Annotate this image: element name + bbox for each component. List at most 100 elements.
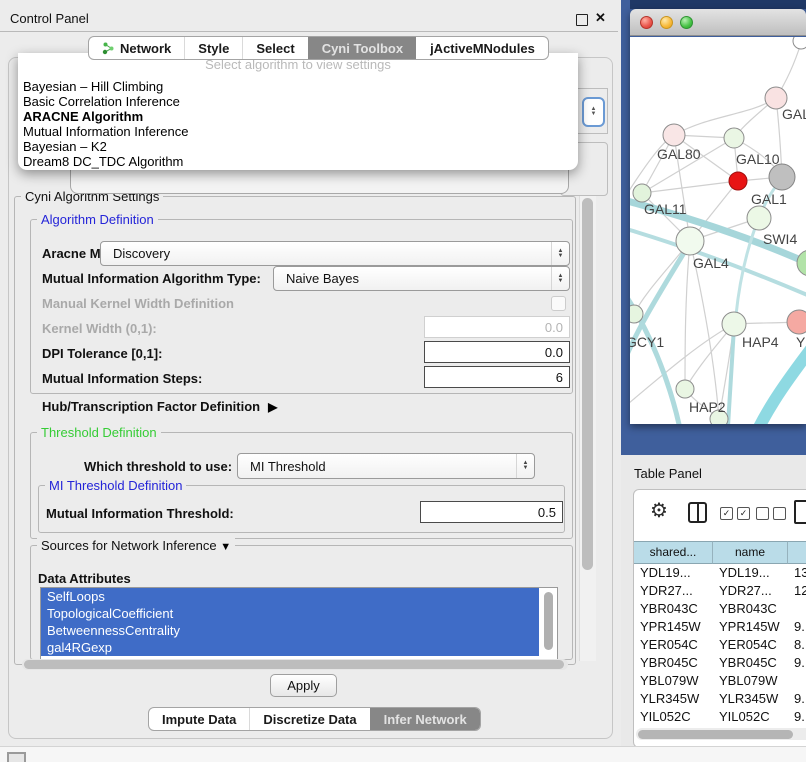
tab-label: Select	[256, 41, 294, 56]
table-row[interactable]: YPR145WYPR145W9.	[634, 618, 806, 636]
manual-kernel-width-checkbox[interactable]	[551, 296, 566, 311]
attribute-list-item[interactable]: SelfLoops	[41, 588, 539, 605]
zoom-button[interactable]	[680, 16, 693, 29]
table-row[interactable]: YBR045CYBR045C9.	[634, 654, 806, 672]
sources-legend[interactable]: Sources for Network Inference ▼	[37, 538, 235, 553]
network-node[interactable]	[793, 37, 806, 49]
table-cell: 9.	[788, 654, 806, 672]
table-cell: YLR345W	[634, 690, 713, 708]
spinner-arrows-icon: ▲▼	[516, 454, 534, 478]
apply-button[interactable]: Apply	[270, 674, 337, 697]
expand-right-icon: ▶	[268, 400, 277, 414]
tab-cyni-toolbox[interactable]: Cyni Toolbox	[308, 37, 416, 59]
table-row[interactable]: YDL19...YDL19...13	[634, 564, 806, 582]
deselect-all-icon[interactable]	[756, 507, 786, 520]
network-node[interactable]	[630, 305, 643, 323]
group-legend: Algorithm Definition	[37, 212, 158, 227]
columns-icon[interactable]	[688, 502, 707, 523]
network-node[interactable]	[663, 124, 685, 146]
table-cell: YBR045C	[634, 654, 713, 672]
algorithm-option[interactable]: ARACNE Algorithm	[18, 109, 578, 124]
bottom-tab-infer-network[interactable]: Infer Network	[370, 708, 480, 730]
algorithm-option[interactable]: Bayesian – K2	[18, 139, 578, 154]
tab-select[interactable]: Select	[242, 37, 307, 59]
app-root: Control Panel ✕ ▲▼ Network Style Select Cyn…	[0, 0, 806, 762]
tab-label: Style	[198, 41, 229, 56]
kernel-width-field[interactable]: 0.0	[424, 316, 570, 338]
mi-threshold-field[interactable]: 0.5	[420, 501, 563, 523]
network-node[interactable]	[747, 206, 771, 230]
minimized-panel-icon[interactable]	[7, 752, 26, 762]
select-all-icon[interactable]: ✓✓	[720, 507, 750, 520]
column-header[interactable]: name	[713, 541, 788, 564]
dpi-tolerance-field[interactable]: 0.0	[424, 341, 570, 363]
settings-vertical-scrollbar[interactable]	[579, 196, 596, 661]
hub-definition-toggle[interactable]: Hub/Transcription Factor Definition ▶	[42, 399, 277, 414]
network-node[interactable]	[724, 128, 744, 148]
table-row[interactable]: YBL079WYBL079W	[634, 672, 806, 690]
table-row[interactable]: YLR345WYLR345W9.	[634, 690, 806, 708]
algorithm-option[interactable]: Mutual Information Inference	[18, 124, 578, 139]
table-cell: 9.	[788, 618, 806, 636]
network-node[interactable]	[797, 250, 806, 276]
attribute-table-body: YDL19...YDL19...13YDR27...YDR27...12YBR0…	[634, 564, 806, 726]
network-view-window: GALGAL80GAL10GAL11GAL1SWI4GAL4GCY1HAP4YH…	[630, 9, 806, 424]
table-cell: YER054C	[713, 636, 788, 654]
tab-network[interactable]: Network	[89, 37, 184, 59]
table-row[interactable]: YBR043CYBR043C	[634, 600, 806, 618]
attribute-list-item[interactable]: TopologicalCoefficient	[41, 605, 539, 622]
table-horizontal-scrollbar[interactable]	[636, 728, 806, 740]
spinner-arrows-icon: ▲▼	[551, 242, 569, 265]
close-panel-icon[interactable]: ✕	[595, 10, 606, 26]
table-row[interactable]: YER054CYER054C8.	[634, 636, 806, 654]
attribute-list-item[interactable]: gal4RGexp	[41, 639, 539, 656]
panel-title: Control Panel	[10, 11, 89, 26]
tab-style[interactable]: Style	[184, 37, 242, 59]
tab-label: Discretize Data	[263, 712, 356, 727]
aracne-mode-select[interactable]: Discovery ▲▼	[100, 241, 570, 266]
table-cell: YER054C	[634, 636, 713, 654]
document-icon[interactable]	[794, 500, 806, 524]
which-threshold-select[interactable]: MI Threshold ▲▼	[237, 453, 535, 479]
settings-horizontal-scrollbar[interactable]	[22, 659, 568, 670]
algorithm-option[interactable]: Dream8 DC_TDC Algorithm	[18, 154, 578, 169]
node-label: GAL1	[751, 191, 787, 207]
network-window-titlebar[interactable]	[630, 9, 806, 36]
node-label: GAL	[782, 106, 806, 122]
tab-jactivemnodules[interactable]: jActiveMNodules	[416, 37, 548, 59]
table-cell: YDR27...	[713, 582, 788, 600]
network-node[interactable]	[633, 184, 651, 202]
network-node[interactable]	[729, 172, 747, 190]
mi-algorithm-type-select[interactable]: Naive Bayes ▲▼	[273, 266, 570, 291]
bottom-tab-impute-data[interactable]: Impute Data	[149, 708, 249, 730]
algorithm-option[interactable]: Bayesian – Hill Climbing	[18, 79, 578, 94]
hub-definition-label: Hub/Transcription Factor Definition	[42, 399, 260, 414]
bottom-tab-discretize-data[interactable]: Discretize Data	[249, 708, 369, 730]
table-row[interactable]: YDR27...YDR27...12	[634, 582, 806, 600]
column-header[interactable]	[788, 541, 806, 564]
data-attributes-list[interactable]: SelfLoopsTopologicalCoefficientBetweenne…	[40, 587, 558, 660]
algorithm-option[interactable]: Basic Correlation Inference	[18, 94, 578, 109]
table-cell: YDL19...	[713, 564, 788, 582]
network-node[interactable]	[676, 380, 694, 398]
manual-kernel-width-label: Manual Kernel Width Definition	[42, 296, 234, 311]
network-canvas[interactable]: GALGAL80GAL10GAL11GAL1SWI4GAL4GCY1HAP4YH…	[630, 37, 806, 424]
network-node[interactable]	[787, 310, 806, 334]
attribute-list-item[interactable]: BetweennessCentrality	[41, 622, 539, 639]
column-header[interactable]: shared...	[634, 541, 713, 564]
network-node[interactable]	[769, 164, 795, 190]
focused-combo-arrow-fragment[interactable]: ▲▼	[582, 97, 605, 127]
network-node[interactable]	[676, 227, 704, 255]
mi-steps-field[interactable]: 6	[424, 366, 570, 388]
close-button[interactable]	[640, 16, 653, 29]
gear-icon[interactable]: ⚙	[650, 498, 668, 523]
table-row[interactable]: YIL052CYIL052C9.	[634, 708, 806, 726]
network-node[interactable]	[722, 312, 746, 336]
group-legend: Threshold Definition	[37, 425, 161, 440]
which-threshold-value: MI Threshold	[238, 459, 516, 474]
table-cell: YPR145W	[634, 618, 713, 636]
table-cell: 13	[788, 564, 806, 582]
float-panel-icon[interactable]	[576, 14, 588, 26]
attributes-scrollbar[interactable]	[544, 592, 553, 650]
minimize-button[interactable]	[660, 16, 673, 29]
